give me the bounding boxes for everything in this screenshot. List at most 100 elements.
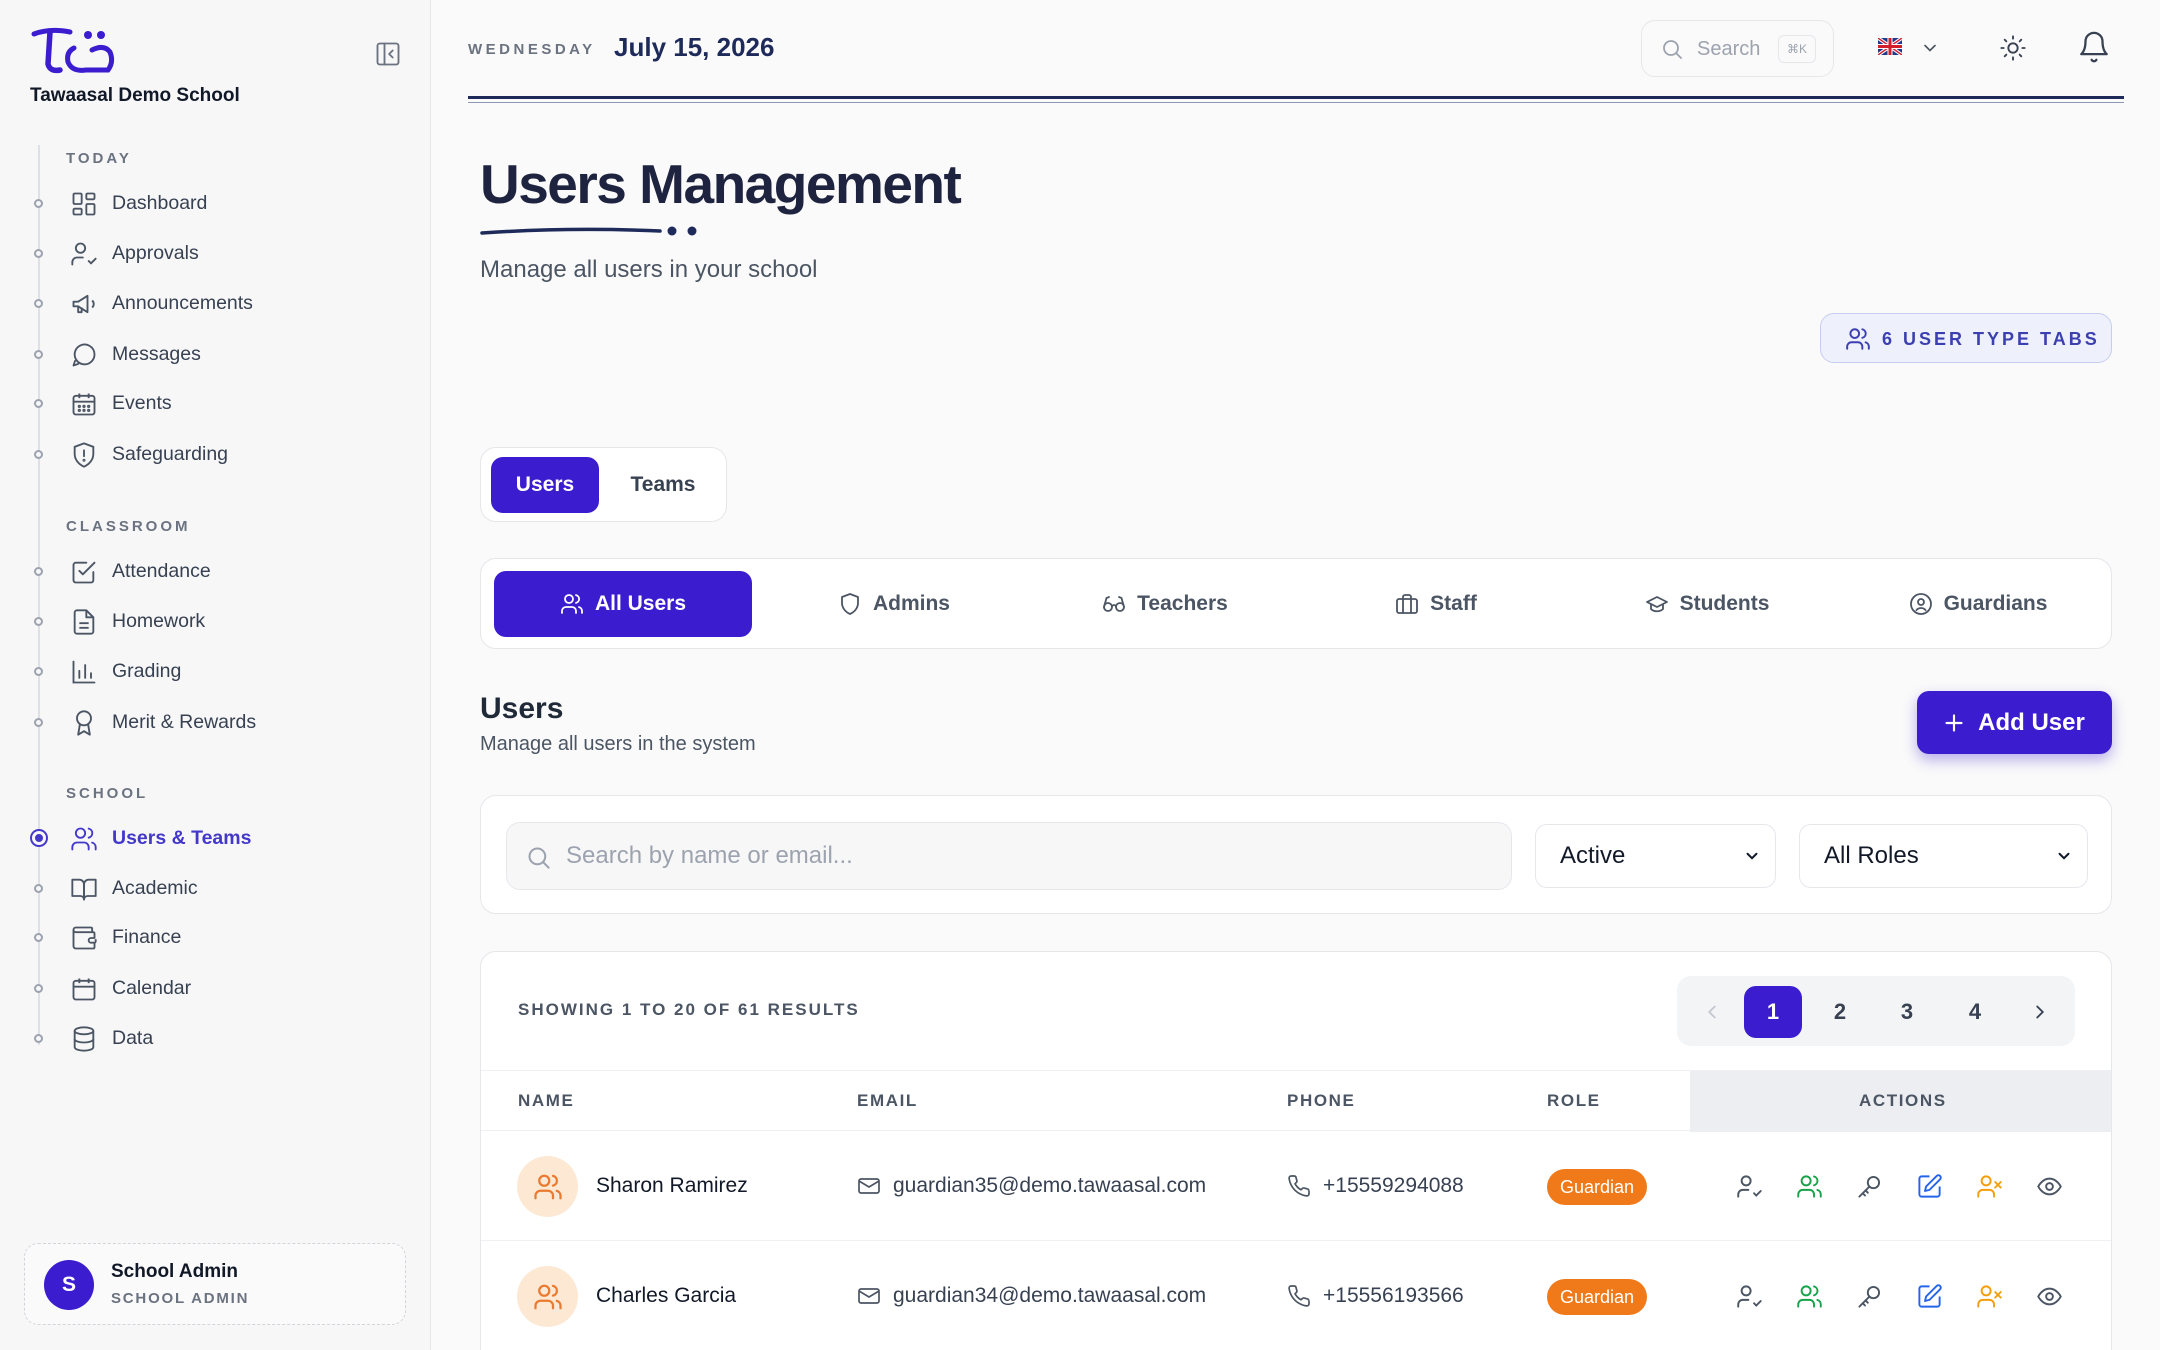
sidebar-collapse-icon[interactable] — [374, 40, 402, 68]
page-subtitle: Manage all users in your school — [480, 256, 818, 283]
column-header-role[interactable]: ROLE — [1547, 1091, 1601, 1111]
language-selector[interactable] — [1878, 36, 1942, 60]
table-row[interactable]: Charles Garcia guardian34@demo.tawaasal.… — [481, 1242, 2111, 1350]
toggle-teams[interactable]: Teams — [609, 457, 717, 513]
user-role: SCHOOL ADMIN — [111, 1290, 250, 1307]
sidebar-item-merit-rewards[interactable]: Merit & Rewards — [30, 702, 400, 742]
user-search-input[interactable] — [566, 833, 1496, 879]
user-check-icon[interactable] — [1736, 1283, 1763, 1310]
chevron-right-icon — [2029, 1001, 2051, 1023]
page-title: Users Management — [480, 153, 962, 215]
user-phone: +15556193566 — [1287, 1284, 1464, 1308]
sidebar-item-grading[interactable]: Grading — [30, 651, 400, 691]
page-button-1[interactable]: 1 — [1744, 986, 1802, 1038]
bell-icon[interactable] — [2077, 30, 2111, 64]
chevron-down-icon — [1743, 847, 1761, 865]
sidebar-item-homework[interactable]: Homework — [30, 601, 400, 641]
sidebar-item-label: Data — [112, 1026, 154, 1049]
column-header-name[interactable]: NAME — [518, 1091, 574, 1111]
tab-students[interactable]: Students — [1578, 571, 1836, 637]
badge-label: 6 USER TYPE TABS — [1882, 329, 2100, 349]
sidebar-item-dashboard[interactable]: Dashboard — [30, 183, 400, 223]
avatar — [517, 1156, 578, 1217]
user-x-icon[interactable] — [1976, 1173, 2003, 1200]
user-email: guardian34@demo.tawaasal.com — [857, 1284, 1206, 1308]
user-x-icon[interactable] — [1976, 1283, 2003, 1310]
table-row[interactable]: Sharon Ramirez guardian35@demo.tawaasal.… — [481, 1132, 2111, 1241]
status-select[interactable]: Active — [1535, 824, 1776, 888]
sidebar-item-approvals[interactable]: Approvals — [30, 233, 400, 273]
phone-text: +15556193566 — [1323, 1284, 1464, 1307]
sidebar-item-announcements[interactable]: Announcements — [30, 283, 400, 323]
user-profile-card[interactable]: S School Admin SCHOOL ADMIN — [24, 1243, 406, 1325]
sidebar-item-safeguarding[interactable]: Safeguarding — [30, 434, 400, 474]
search-icon — [525, 844, 552, 871]
add-user-button[interactable]: Add User — [1917, 691, 2112, 754]
next-page-button[interactable] — [2011, 986, 2069, 1038]
toggle-users[interactable]: Users — [491, 457, 599, 513]
sidebar-item-messages[interactable]: Messages — [30, 334, 400, 374]
sidebar-item-label: Events — [112, 391, 172, 414]
sidebar-item-data[interactable]: Data — [30, 1018, 400, 1058]
sidebar-item-calendar[interactable]: Calendar — [30, 968, 400, 1008]
sidebar-item-events[interactable]: Events — [30, 383, 400, 423]
dashboard-icon — [70, 190, 98, 218]
users-icon — [533, 1172, 563, 1202]
search-placeholder: Search — [1697, 38, 1761, 60]
mail-icon — [857, 1174, 893, 1198]
phone-icon — [1287, 1174, 1323, 1198]
column-header-phone[interactable]: PHONE — [1287, 1091, 1355, 1111]
key-icon[interactable] — [1856, 1283, 1883, 1310]
users-icon[interactable] — [1796, 1173, 1823, 1200]
title-underline-decoration — [480, 223, 720, 237]
sidebar-item-label: Dashboard — [112, 191, 208, 214]
user-name: Charles Garcia — [596, 1284, 737, 1307]
sun-icon[interactable] — [1999, 34, 2027, 62]
eye-icon[interactable] — [2036, 1283, 2063, 1310]
tab-admins[interactable]: Admins — [765, 571, 1023, 637]
tab-all-users[interactable]: All Users — [494, 571, 752, 637]
school-name: Tawaasal Demo School — [30, 85, 240, 106]
sidebar-item-academic[interactable]: Academic — [30, 868, 400, 908]
sidebar-item-users-teams[interactable]: Users & Teams — [30, 818, 400, 858]
tab-guardians[interactable]: Guardians — [1849, 571, 2107, 637]
user-check-icon — [70, 240, 98, 268]
tab-teachers[interactable]: Teachers — [1036, 571, 1294, 637]
eye-icon[interactable] — [2036, 1173, 2063, 1200]
nav-dot — [34, 933, 43, 942]
page-button-3[interactable]: 3 — [1878, 986, 1936, 1038]
sidebar-item-finance[interactable]: Finance — [30, 917, 400, 957]
users-icon — [533, 1282, 563, 1312]
page-button-2[interactable]: 2 — [1811, 986, 1869, 1038]
users-icon[interactable] — [1796, 1283, 1823, 1310]
edit-icon[interactable] — [1916, 1283, 1943, 1310]
key-icon[interactable] — [1856, 1173, 1883, 1200]
column-header-email[interactable]: EMAIL — [857, 1091, 918, 1111]
table-header: NAME EMAIL PHONE ROLE ACTIONS — [481, 1070, 2111, 1132]
sidebar-item-label: Grading — [112, 659, 182, 682]
users-icon — [1845, 326, 1871, 352]
nav-rail — [38, 145, 40, 1045]
tab-staff[interactable]: Staff — [1307, 571, 1565, 637]
sidebar-item-label: Finance — [112, 925, 182, 948]
award-icon — [70, 709, 98, 737]
graduation-cap-icon — [1645, 592, 1669, 616]
user-type-tabs-badge: 6 USER TYPE TABS — [1820, 313, 2112, 363]
prev-page-button[interactable] — [1683, 986, 1741, 1038]
user-search-field — [506, 822, 1512, 890]
email-text: guardian35@demo.tawaasal.com — [893, 1174, 1207, 1197]
email-text: guardian34@demo.tawaasal.com — [893, 1284, 1207, 1307]
school-logo — [30, 26, 116, 74]
nav-dot — [34, 984, 43, 993]
role-select[interactable]: All Roles — [1799, 824, 2088, 888]
database-icon — [70, 1025, 98, 1053]
sidebar-item-attendance[interactable]: Attendance — [30, 551, 400, 591]
bar-chart-icon — [70, 658, 98, 686]
user-name: School Admin — [111, 1261, 239, 1282]
role-select-value: All Roles — [1824, 842, 1919, 869]
user-check-icon[interactable] — [1736, 1173, 1763, 1200]
page-button-4[interactable]: 4 — [1946, 986, 2004, 1038]
phone-icon — [1287, 1284, 1323, 1308]
edit-icon[interactable] — [1916, 1173, 1943, 1200]
global-search[interactable]: Search ⌘K — [1641, 20, 1834, 77]
